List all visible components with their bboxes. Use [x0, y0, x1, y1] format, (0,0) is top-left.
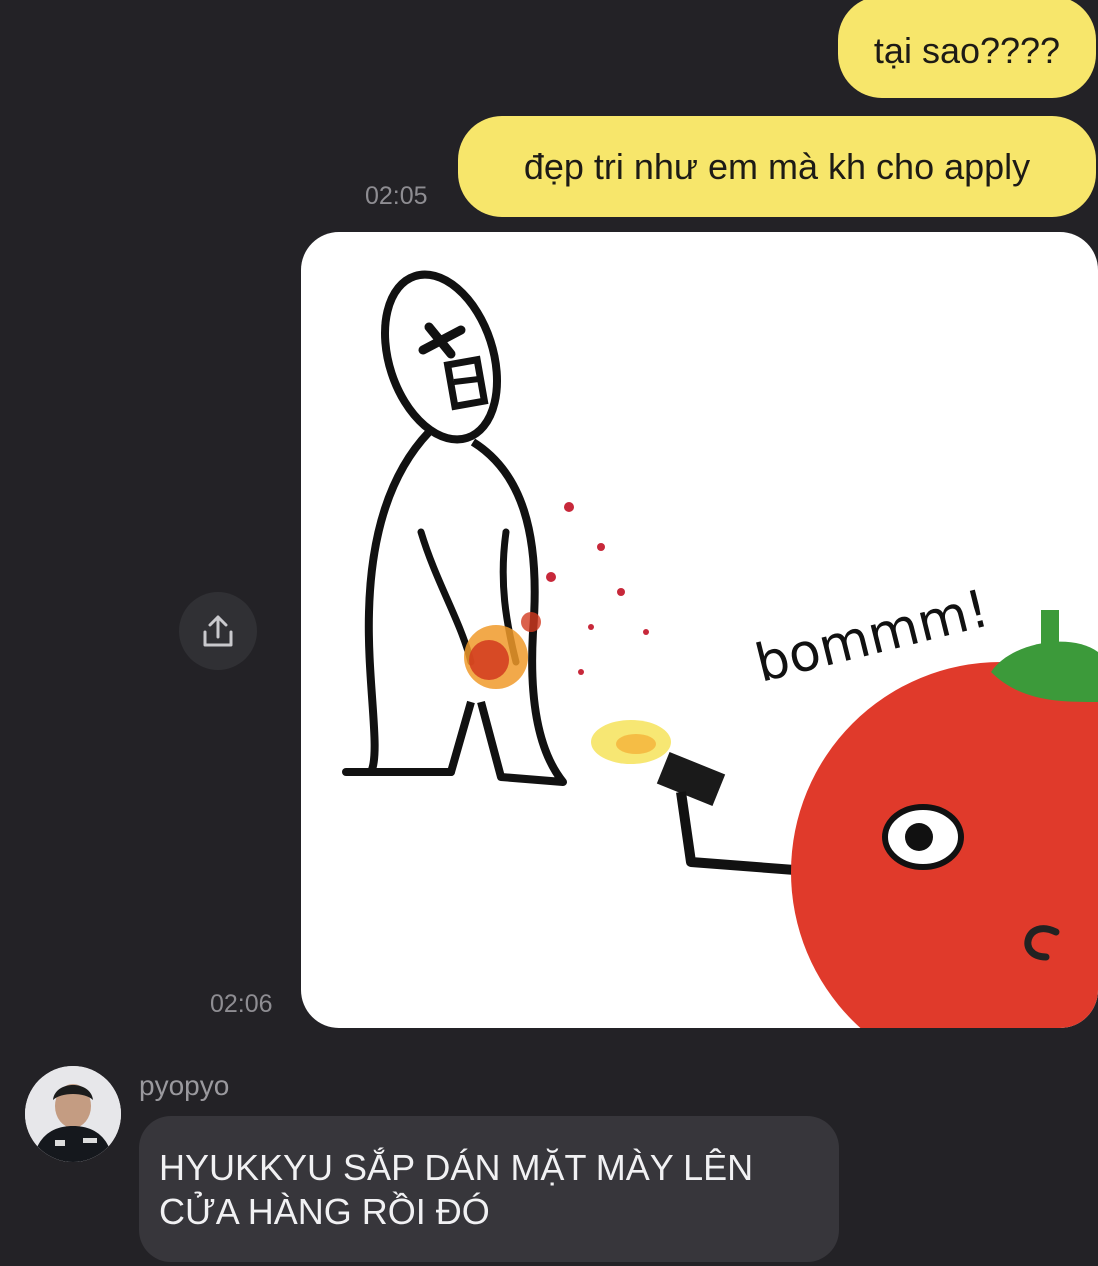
sender-name: pyopyo	[139, 1070, 230, 1101]
share-button[interactable]	[179, 592, 257, 670]
image-message[interactable]: bommm!	[301, 232, 1098, 1028]
message-text-line: CỬA HÀNG RỒI ĐÓ	[159, 1191, 490, 1232]
avatar[interactable]	[25, 1066, 121, 1162]
message-text-line: HYUKKYU SẮP DÁN MẶT MÀY LÊN	[159, 1147, 754, 1188]
avatar-icon	[25, 1066, 121, 1162]
message-timestamp: 02:05	[365, 182, 428, 210]
message-timestamp: 02:06	[210, 990, 273, 1018]
message-text: đẹp tri như em mà kh cho apply	[523, 145, 1031, 187]
outgoing-message-bubble[interactable]: đẹp tri như em mà kh cho apply	[458, 116, 1096, 217]
message-text: tại sao????	[873, 30, 1061, 71]
outgoing-message-bubble[interactable]: tại sao????	[838, 0, 1096, 98]
sticker-image: bommm!	[342, 270, 1098, 1028]
incoming-message-bubble[interactable]: HYUKKYU SẮP DÁN MẶT MÀY LÊN CỬA HÀNG RỒI…	[139, 1116, 839, 1262]
share-icon	[203, 615, 233, 647]
